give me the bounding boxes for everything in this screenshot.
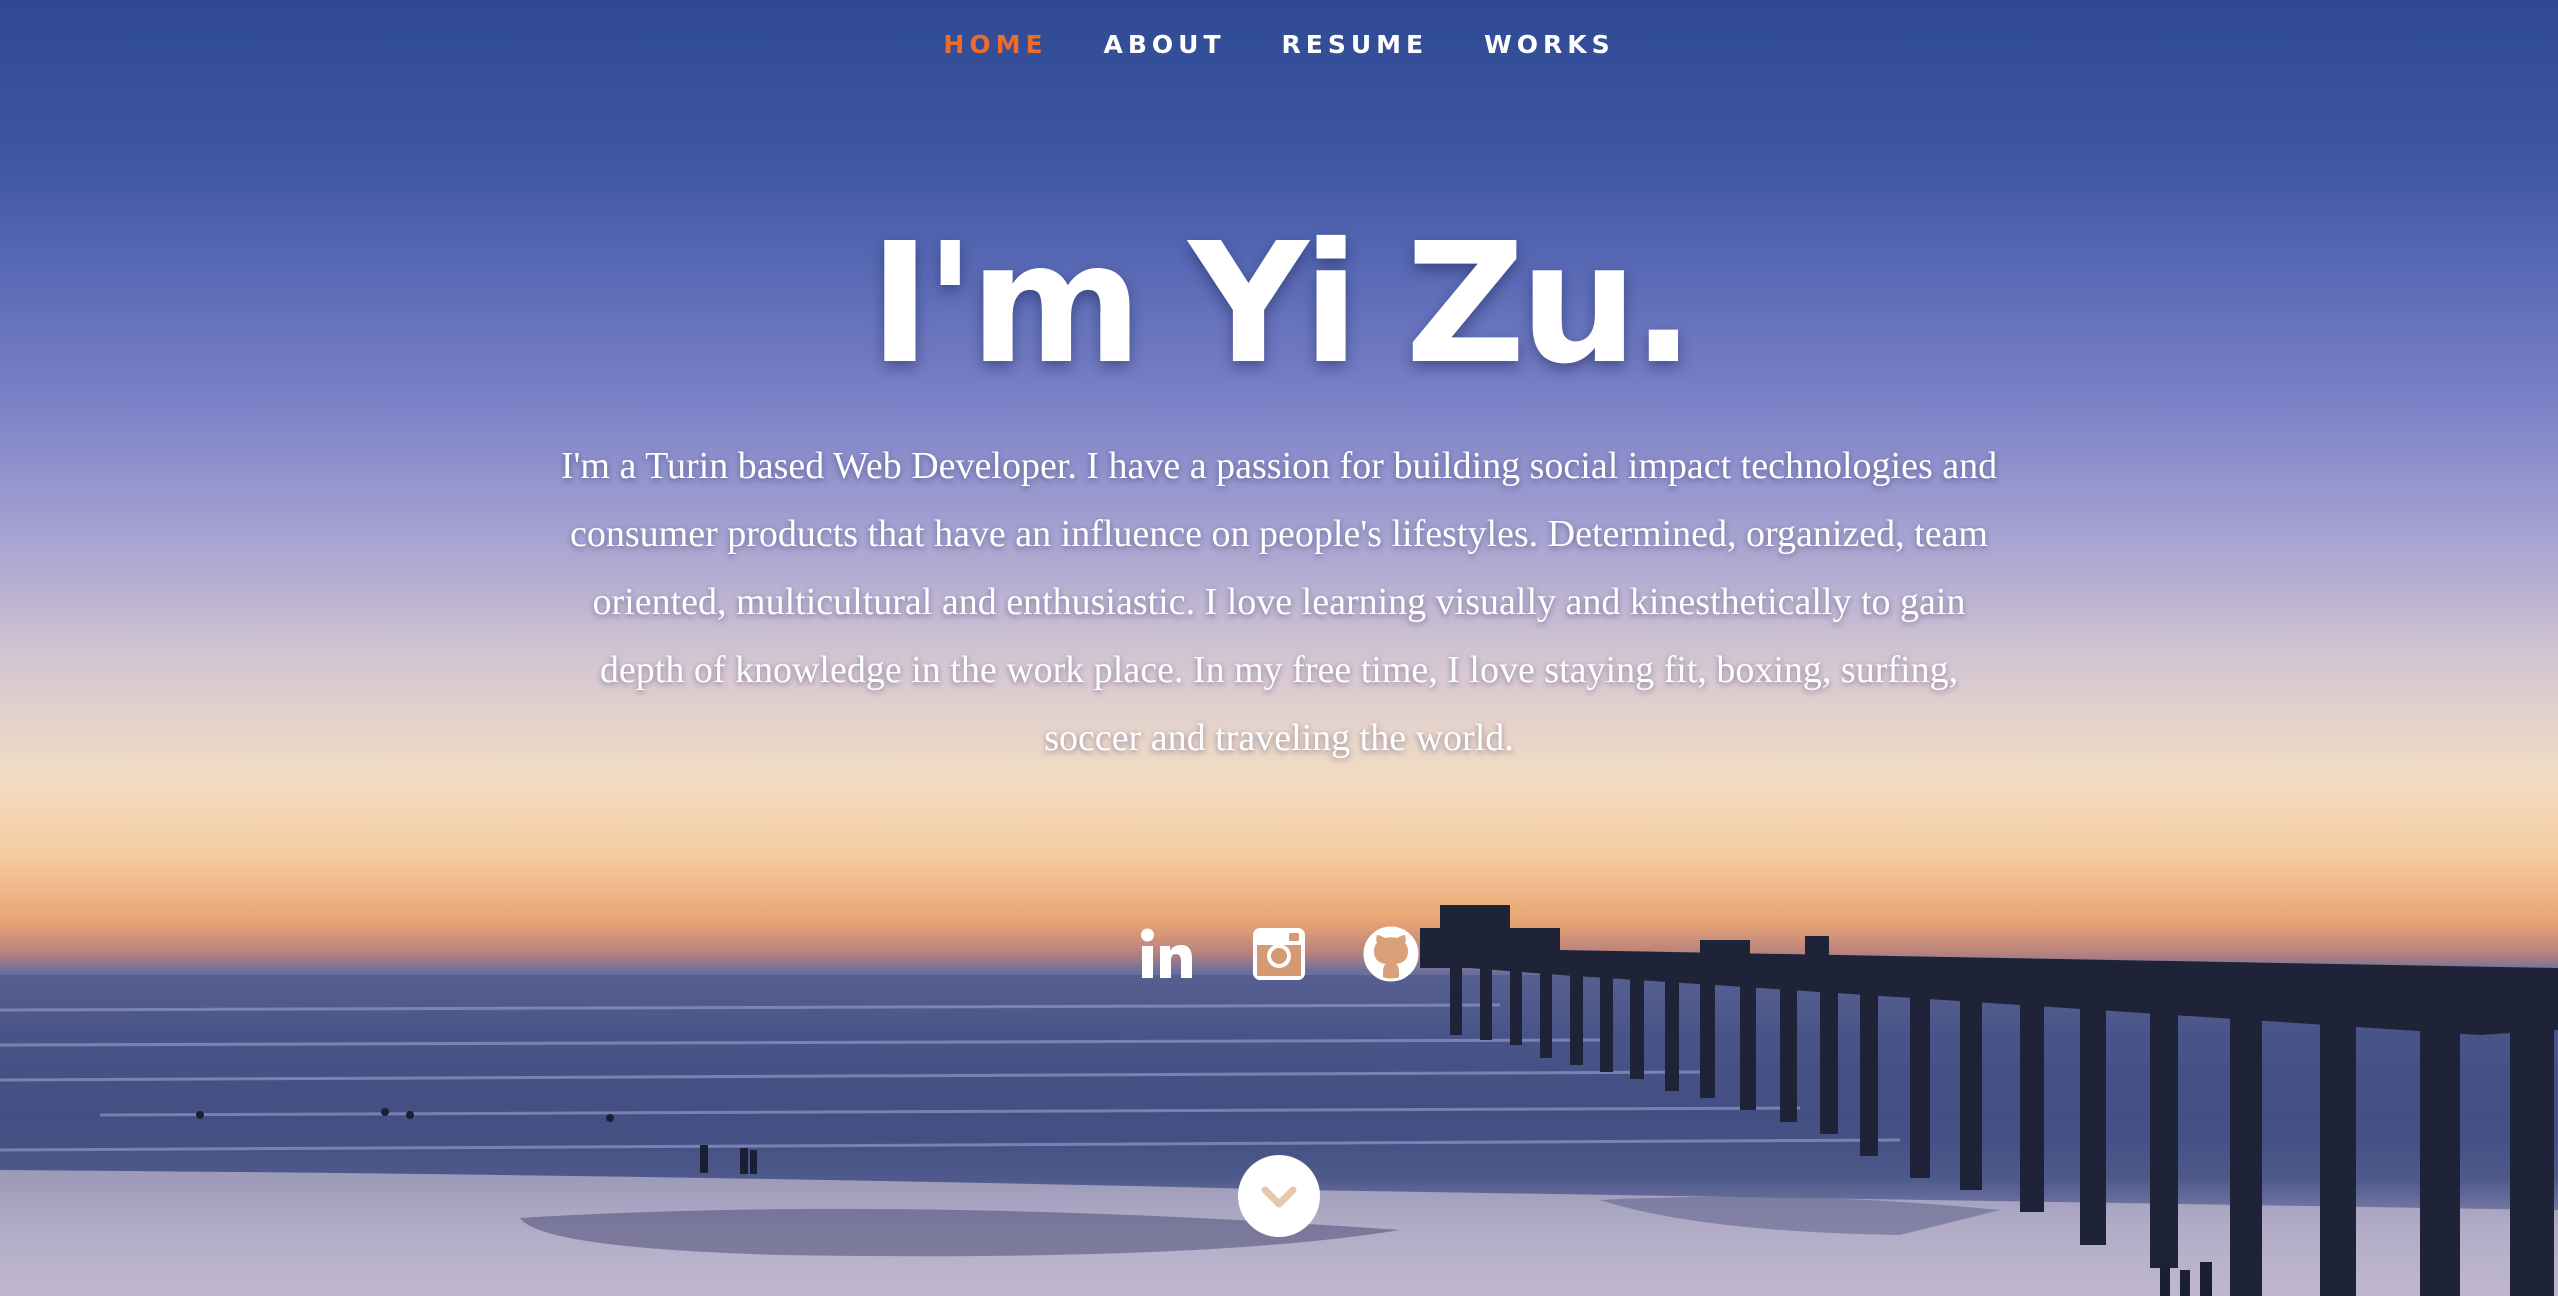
main-nav: HOME ABOUT RESUME WORKS [0, 30, 2558, 59]
hero-section: HOME ABOUT RESUME WORKS I'm Yi Zu. I'm a… [0, 0, 2558, 1296]
linkedin-icon[interactable] [1139, 926, 1195, 982]
nav-about[interactable]: ABOUT [1104, 30, 1226, 59]
nav-resume[interactable]: RESUME [1282, 30, 1429, 59]
page-title: I'm Yi Zu. [869, 208, 1695, 401]
social-links [0, 926, 2558, 982]
instagram-icon[interactable] [1251, 926, 1307, 982]
nav-works[interactable]: WORKS [1484, 30, 1614, 59]
scroll-down-button[interactable] [1238, 1155, 1320, 1237]
github-icon[interactable] [1363, 926, 1419, 982]
chevron-down-icon [1261, 1186, 1297, 1208]
bio-text: I'm a Turin based Web Developer. I have … [560, 445, 1998, 759]
nav-home[interactable]: HOME [943, 30, 1047, 59]
